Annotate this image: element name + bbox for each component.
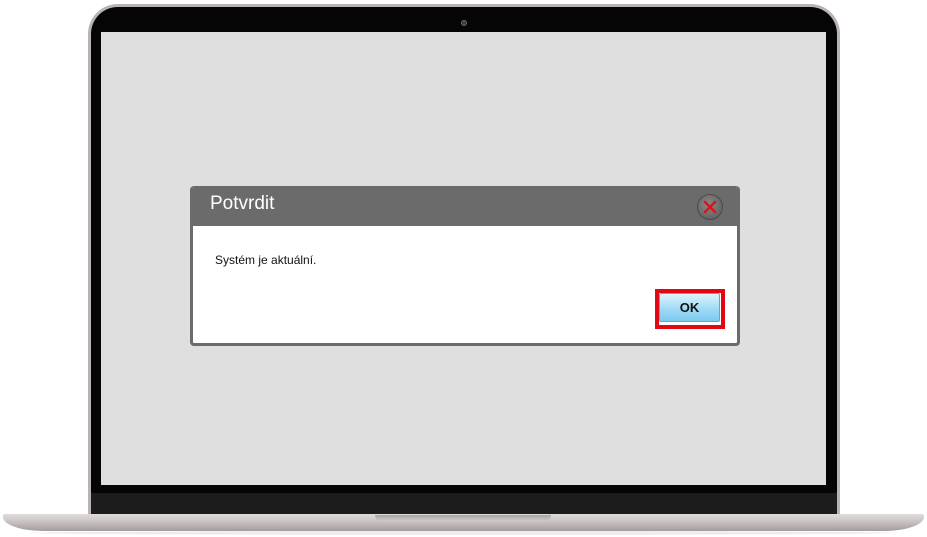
confirm-dialog: Potvrdit Systém je aktuální. OK <box>190 186 740 346</box>
ok-button[interactable]: OK <box>659 293 720 322</box>
laptop-chin-strip <box>91 493 837 515</box>
dialog-title: Potvrdit <box>210 193 275 214</box>
close-button[interactable] <box>697 194 723 220</box>
laptop-hinge-notch <box>375 515 551 521</box>
laptop-shadow <box>30 531 896 535</box>
laptop-mockup: Potvrdit Systém je aktuální. OK <box>0 0 927 537</box>
dialog-message: Systém je aktuální. <box>215 253 317 267</box>
dialog-header: Potvrdit <box>193 186 737 226</box>
webcam-icon <box>461 20 467 26</box>
close-icon <box>703 200 717 214</box>
